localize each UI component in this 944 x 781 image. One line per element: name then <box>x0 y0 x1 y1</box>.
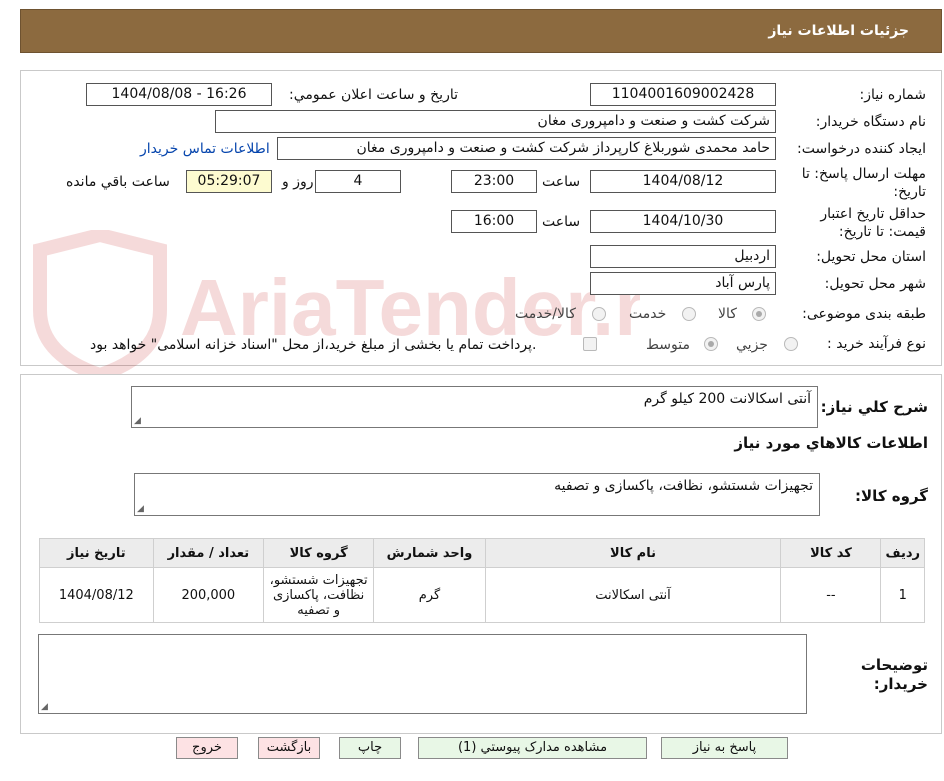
validity-label-2: قيمت: تا تاريخ: <box>838 224 926 240</box>
validity-label: حداقل تاريخ اعتبار <box>820 206 926 222</box>
category-radio-goods-service[interactable] <box>592 307 606 321</box>
goods-group-textarea[interactable]: تجهیزات شستشو، نظافت، پاکسازی و تصفیه ◢ <box>134 473 820 516</box>
validity-time-field[interactable]: 16:00 <box>451 210 537 233</box>
summary-label: شرح کلي نياز: <box>820 398 928 416</box>
remaining-time-field: 05:29:07 <box>186 170 272 193</box>
process-option-medium: متوسط <box>646 337 690 353</box>
col-header-date: تاريخ نياز <box>39 538 154 568</box>
need-number-field[interactable]: 1104001609002428 <box>590 83 776 106</box>
table-header-row: رديف کد کالا نام کالا واحد شمارش گروه کا… <box>39 538 925 568</box>
goods-group-text: تجهیزات شستشو، نظافت، پاکسازی و تصفیه <box>554 478 813 494</box>
need-number-label: شماره نیاز: <box>859 87 927 103</box>
notes-textarea[interactable]: ◢ <box>38 634 807 714</box>
col-header-unit: واحد شمارش <box>373 538 486 568</box>
category-label: طبقه بندی موضوعی: <box>802 306 926 322</box>
announce-field[interactable]: 1404/08/08 - 16:26 <box>86 83 272 106</box>
goods-info-title: اطلاعات کالاهاي مورد نياز <box>734 434 928 452</box>
requester-label: ايجاد کننده درخواست: <box>797 141 926 157</box>
category-option-goods: کالا <box>718 306 737 322</box>
cell-quantity: 200,000 <box>152 567 265 623</box>
deadline-label-2: تاريخ: <box>893 184 926 200</box>
deadline-time-label: ساعت <box>542 174 581 190</box>
city-label: شهر محل تحويل: <box>824 276 926 292</box>
col-header-row-no: رديف <box>880 538 925 568</box>
resize-grip-icon: ◢ <box>137 504 144 514</box>
process-option-minor: جزيي <box>736 337 768 353</box>
category-option-goods-service: کالا/خدمت <box>515 306 576 322</box>
table-row: 1 -- آنتی اسکالانت گرم تجهیزات شستشو، نظ… <box>39 567 925 623</box>
col-header-name: نام کالا <box>484 538 782 568</box>
city-field[interactable]: پارس آباد <box>590 272 776 295</box>
category-radio-goods[interactable] <box>752 307 766 321</box>
category-option-service: خدمت <box>629 306 667 322</box>
category-radio-service[interactable] <box>682 307 696 321</box>
announce-label: تاریخ و ساعت اعلان عمومي: <box>289 87 458 103</box>
requester-field[interactable]: حامد محمدی شوربلاغ کارپرداز شرکت کشت و ص… <box>277 137 776 160</box>
resize-grip-icon: ◢ <box>134 416 141 426</box>
process-radio-minor[interactable] <box>784 337 798 351</box>
deadline-label: مهلت ارسال پاسخ: تا <box>801 166 926 182</box>
process-label: نوع فرآيند خريد : <box>827 336 926 352</box>
deadline-date-field[interactable]: 1404/08/12 <box>590 170 776 193</box>
cell-name: آنتی اسکالانت <box>484 567 782 623</box>
goods-group-label: گروه کالا: <box>855 487 928 505</box>
buyer-contact-link[interactable]: اطلاعات تماس خريدار <box>140 141 270 157</box>
page-title: جزئیات اطلاعات نیاز <box>768 23 909 39</box>
province-label: استان محل تحويل: <box>816 249 926 265</box>
days-label: روز و <box>282 174 314 190</box>
print-button[interactable]: چاپ <box>339 737 401 759</box>
cell-row-no: 1 <box>880 567 925 623</box>
remaining-label: ساعت باقي مانده <box>66 174 170 190</box>
notes-label: توضيحات <box>860 656 928 674</box>
province-field[interactable]: اردبيل <box>590 245 776 268</box>
cell-date: 1404/08/12 <box>39 567 154 623</box>
process-radio-medium[interactable] <box>704 337 718 351</box>
buyer-org-label: نام دستگاه خريدار: <box>815 114 926 130</box>
page-header: جزئیات اطلاعات نیاز <box>20 9 942 53</box>
days-field[interactable]: 4 <box>315 170 401 193</box>
buyer-org-field[interactable]: شرکت کشت و صنعت و دامپروری مغان <box>215 110 776 133</box>
summary-textarea[interactable]: آنتی اسکالانت 200 کیلو گرم ◢ <box>131 386 818 428</box>
cell-group: تجهیزات شستشو، نظافت، پاکسازی و تصفیه <box>262 567 375 623</box>
resize-grip-icon: ◢ <box>41 702 48 712</box>
payment-note: پرداخت تمام يا بخشی از مبلغ خريد،از محل … <box>90 337 537 353</box>
reply-button[interactable]: پاسخ به نياز <box>661 737 788 759</box>
validity-time-label: ساعت <box>542 214 581 230</box>
cell-code: -- <box>780 567 882 623</box>
attachments-button[interactable]: مشاهده مدارک پيوستي (1) <box>418 737 647 759</box>
items-table: رديف کد کالا نام کالا واحد شمارش گروه کا… <box>39 538 925 623</box>
summary-text: آنتی اسکالانت 200 کیلو گرم <box>643 391 811 407</box>
validity-date-field[interactable]: 1404/10/30 <box>590 210 776 233</box>
notes-label-2: خريدار: <box>873 675 928 693</box>
col-header-group: گروه کالا <box>262 538 375 568</box>
cell-unit: گرم <box>373 567 486 623</box>
deadline-time-field[interactable]: 23:00 <box>451 170 537 193</box>
col-header-code: کد کالا <box>780 538 882 568</box>
col-header-quantity: تعداد / مقدار <box>152 538 265 568</box>
treasury-checkbox[interactable] <box>583 337 597 351</box>
back-button[interactable]: بازگشت <box>258 737 320 759</box>
exit-button[interactable]: خروج <box>176 737 238 759</box>
